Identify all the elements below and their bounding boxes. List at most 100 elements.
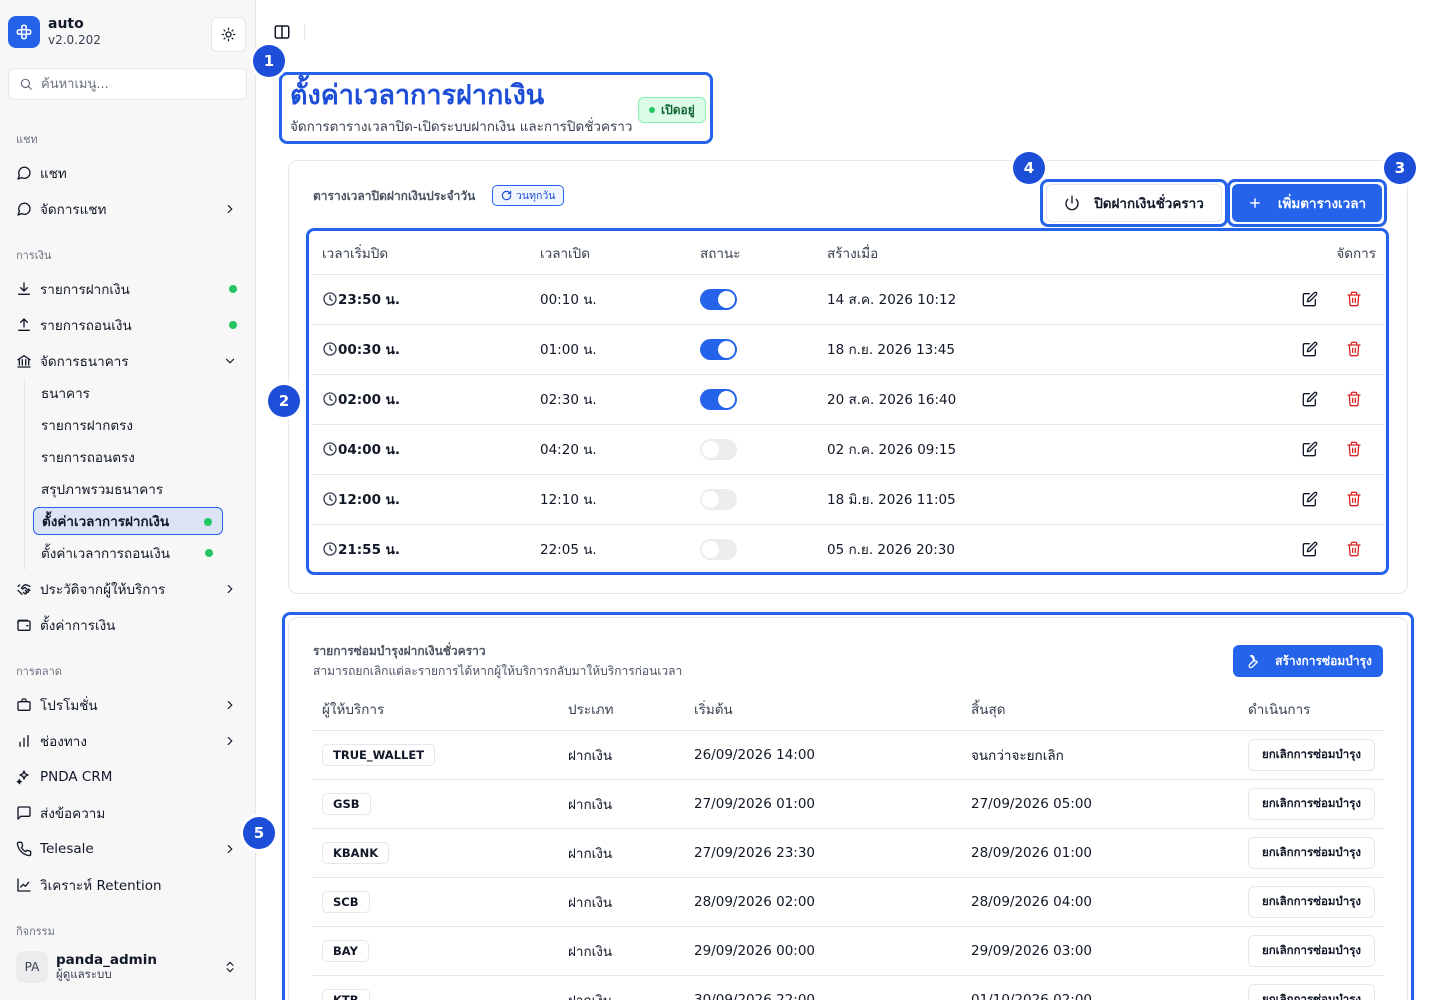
delete-button[interactable]: [1344, 439, 1364, 459]
provider-cell: KBANK: [312, 828, 558, 878]
clock-icon: [323, 492, 337, 506]
sidebar-subitem-direct-withdraw[interactable]: รายการถอนตรง: [33, 443, 223, 471]
sidebar-item-label: แชท: [40, 166, 67, 182]
sidebar-subitem-direct-deposit[interactable]: รายการฝากตรง: [33, 411, 223, 439]
app-logo-icon: [8, 16, 40, 48]
sidebar-item-chat[interactable]: แชท: [8, 157, 247, 189]
sidebar-item-label: ช่องทาง: [40, 734, 87, 750]
delete-button[interactable]: [1344, 539, 1364, 559]
brand[interactable]: auto v2.0.202: [8, 16, 101, 48]
sidebar-item-label: ตั้งค่าการเงิน: [40, 618, 116, 634]
sidebar-item-bank-manage[interactable]: จัดการธนาคาร: [8, 345, 247, 377]
sidebar: auto v2.0.202 แชท แชท จัดการแชท การเงิน …: [0, 0, 256, 1000]
start-time-cell: 00:30 น.: [312, 324, 530, 375]
table-row: 04:00 น. 04:20 น. 02 ก.ค. 2026 09:15: [312, 424, 1384, 475]
column-header: จัดการ: [1244, 232, 1384, 275]
toggle-knob: [702, 540, 719, 558]
theme-toggle-button[interactable]: [211, 17, 246, 52]
delete-button[interactable]: [1344, 339, 1364, 359]
edit-button[interactable]: [1300, 539, 1320, 559]
edit-button[interactable]: [1300, 489, 1320, 509]
sidebar-item-telesale[interactable]: Telesale: [8, 833, 247, 865]
cancel-maintenance-button[interactable]: ยกเลิกการซ่อมบำรุง: [1248, 738, 1375, 771]
sidebar-toggle-button[interactable]: [272, 22, 292, 42]
type-cell: ฝากเงิน: [558, 828, 684, 878]
status-toggle[interactable]: [700, 288, 737, 310]
sidebar-item-provider-history[interactable]: ประวัติจากผู้ให้บริการ: [8, 573, 247, 605]
cancel-maintenance-button[interactable]: ยกเลิกการซ่อมบำรุง: [1248, 885, 1375, 918]
add-schedule-button[interactable]: เพิ่มตารางเวลา: [1232, 184, 1382, 222]
sidebar-item-messages[interactable]: ส่งข้อความ: [8, 797, 247, 829]
sidebar-item-channels[interactable]: ช่องทาง: [8, 725, 247, 757]
menu-search-input[interactable]: [41, 76, 231, 92]
status-cell: [690, 374, 817, 425]
group-label-activity: กิจกรรม: [16, 925, 55, 938]
actions-cell: [1244, 424, 1384, 475]
plus-icon: [1250, 198, 1260, 208]
table-row: 12:00 น. 12:10 น. 18 มิ.ย. 2026 11:05: [312, 474, 1384, 525]
delete-button[interactable]: [1344, 389, 1364, 409]
line-chart-icon: [17, 878, 31, 892]
sidebar-subitem-withdraw-time-settings[interactable]: ตั้งค่าเวลาการถอนเงิน: [33, 539, 223, 567]
group-label-marketing: การตลาด: [16, 665, 62, 678]
chevron-right-icon: [227, 584, 233, 594]
sidebar-item-label: ส่งข้อความ: [40, 806, 106, 822]
end-time: 01:00 น.: [530, 324, 690, 375]
start-cell: 30/09/2026 22:00: [684, 975, 961, 1000]
maintenance-table: ผู้ให้บริการ ประเภท เริ่มต้น สิ้นสุด ดำเ…: [312, 688, 1384, 1000]
maintenance-card-title: รายการซ่อมบำรุงฝากเงินชั่วคราว: [313, 644, 486, 658]
message-circle-icon: [17, 166, 31, 180]
pause-deposit-button[interactable]: ปิดฝากเงินชั่วคราว: [1046, 184, 1222, 222]
status-toggle[interactable]: [700, 388, 737, 410]
sidebar-subitem-bank[interactable]: ธนาคาร: [33, 379, 223, 407]
pause-deposit-label: ปิดฝากเงินชั่วคราว: [1094, 196, 1204, 212]
cancel-maintenance-button[interactable]: ยกเลิกการซ่อมบำรุง: [1248, 836, 1375, 869]
column-header: ดำเนินการ: [1238, 688, 1384, 731]
maintenance-card-subtitle: สามารถยกเลิกแต่ละรายการได้หากผู้ให้บริกา…: [313, 664, 683, 678]
edit-button[interactable]: [1300, 289, 1320, 309]
user-menu[interactable]: PA panda_admin ผู้ดูแลระบบ: [8, 944, 247, 990]
edit-button[interactable]: [1300, 339, 1320, 359]
status-toggle[interactable]: [700, 338, 737, 360]
status-dot: [205, 549, 213, 557]
edit-button[interactable]: [1300, 389, 1320, 409]
sidebar-item-withdrawals[interactable]: รายการถอนเงิน: [8, 309, 247, 341]
sidebar-item-label: ตั้งค่าเวลาการฝากเงิน: [42, 514, 170, 530]
download-icon: [18, 282, 30, 295]
refresh-icon: [501, 190, 512, 201]
sidebar-item-label: จัดการธนาคาร: [40, 354, 129, 370]
create-maintenance-button[interactable]: สร้างการซ่อมบำรุง: [1233, 645, 1383, 677]
edit-button[interactable]: [1300, 439, 1320, 459]
sidebar-item-deposits[interactable]: รายการฝากเงิน: [8, 273, 247, 305]
sidebar-item-promotions[interactable]: โปรโมชั่น: [8, 689, 247, 721]
start-time-cell: 04:00 น.: [312, 424, 530, 475]
provider-cell: KTB: [312, 975, 558, 1000]
sidebar-item-crm[interactable]: PNDA CRM: [8, 761, 247, 793]
action-cell: ยกเลิกการซ่อมบำรุง: [1238, 877, 1384, 927]
table-row: GSB ฝากเงิน 27/09/2026 01:00 27/09/2026 05:…: [312, 779, 1384, 829]
cancel-maintenance-button[interactable]: ยกเลิกการซ่อมบำรุง: [1248, 983, 1375, 1000]
type-cell: ฝากเงิน: [558, 975, 684, 1000]
end-cell: 28/09/2026 01:00: [961, 828, 1238, 878]
delete-button[interactable]: [1344, 289, 1364, 309]
delete-button[interactable]: [1344, 489, 1364, 509]
sidebar-item-finance-settings[interactable]: ตั้งค่าการเงิน: [8, 609, 247, 641]
submenu-guide-line: [24, 378, 25, 570]
status-toggle[interactable]: [700, 438, 737, 460]
status-toggle[interactable]: [700, 538, 737, 560]
column-header: เริ่มต้น: [684, 688, 961, 731]
status-toggle[interactable]: [700, 488, 737, 510]
cancel-maintenance-button[interactable]: ยกเลิกการซ่อมบำรุง: [1248, 787, 1375, 820]
trash-icon: [1347, 491, 1361, 507]
menu-search: [8, 68, 247, 100]
sidebar-subitem-bank-summary[interactable]: สรุปภาพรวมธนาคาร: [33, 475, 223, 503]
sparkles-icon: [16, 770, 29, 785]
sidebar-item-label: โปรโมชั่น: [40, 698, 98, 714]
actions-cell: [1244, 374, 1384, 425]
marker-4: 4: [1013, 152, 1045, 184]
cancel-maintenance-button[interactable]: ยกเลิกการซ่อมบำรุง: [1248, 934, 1375, 967]
provider-badge: KBANK: [322, 841, 390, 864]
sidebar-item-retention[interactable]: วิเคราะห์ Retention: [8, 869, 247, 901]
sidebar-subitem-deposit-time-settings[interactable]: ตั้งค่าเวลาการฝากเงิน: [33, 507, 223, 535]
sidebar-item-chat-manage[interactable]: จัดการแชท: [8, 193, 247, 225]
